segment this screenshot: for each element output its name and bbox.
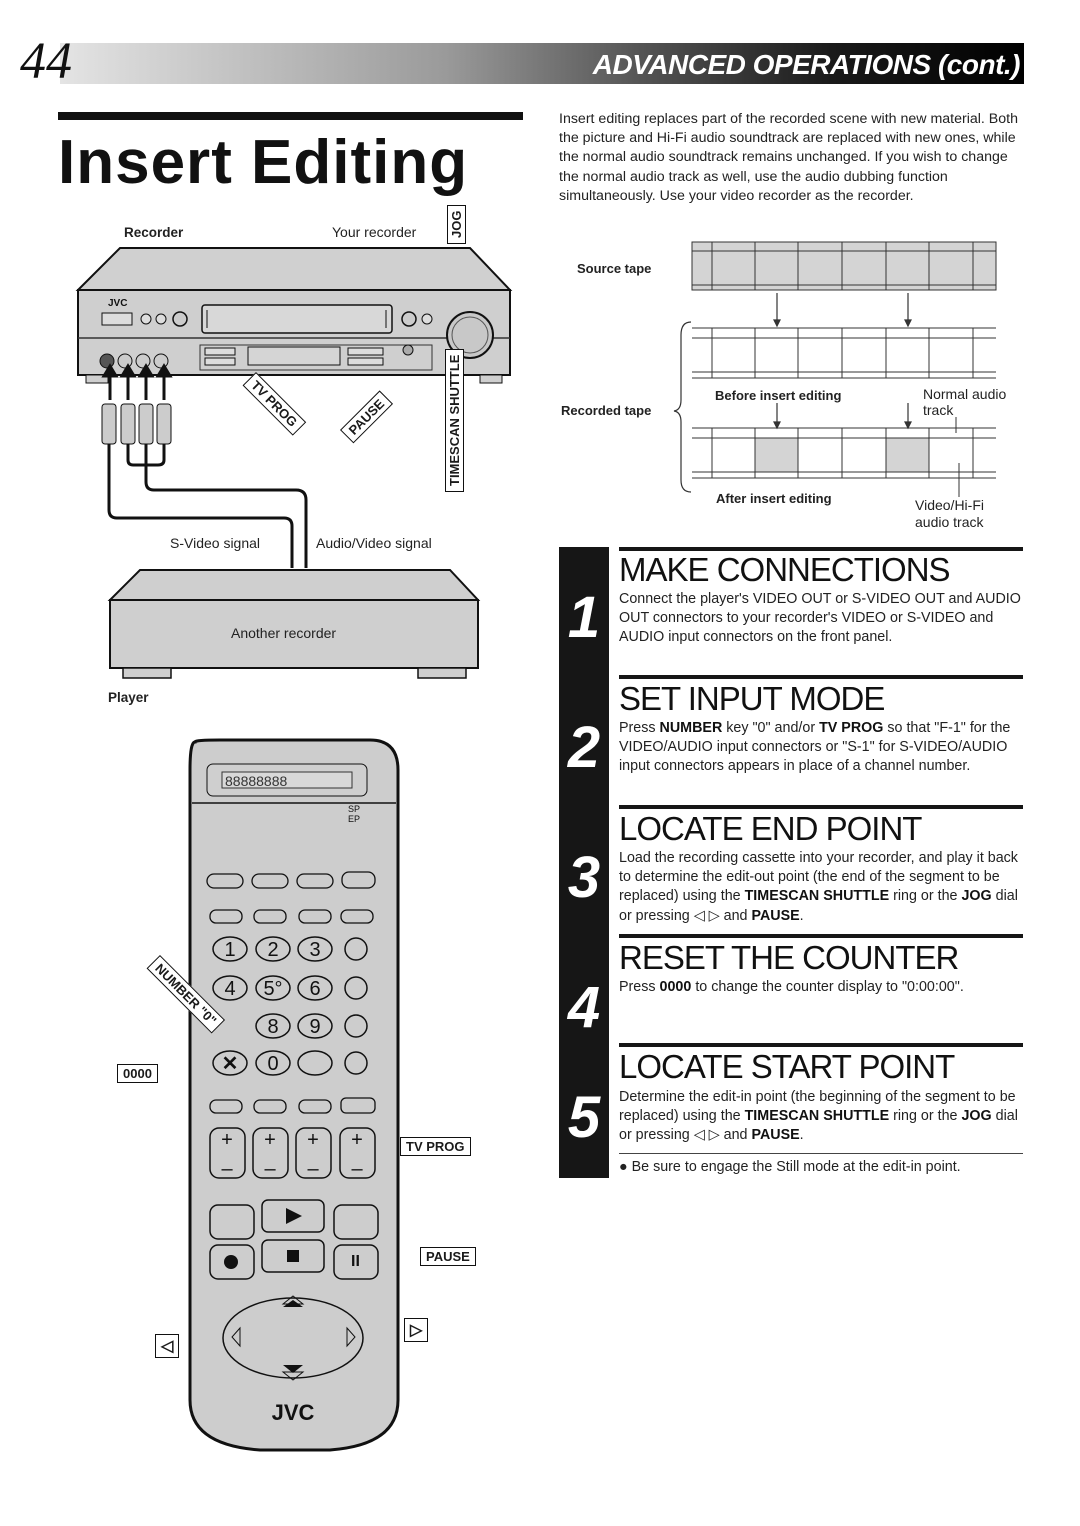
connection-diagram: JVC Recorder Your recorder JOG TV PROG P… [0, 0, 540, 705]
display-ep: EP [348, 814, 360, 824]
svideo-signal-label: S-Video signal [170, 535, 261, 551]
remote-illustration: 88888888 1 2 3 4 5° 6 8 9 0 ✕ + + + + – … [188, 738, 400, 1452]
svg-text:+: + [351, 1129, 363, 1151]
video-hifi-line1: Video/Hi-Fi [915, 497, 984, 513]
display-sp: SP [348, 804, 360, 814]
normal-audio-line1: Normal audio [923, 386, 1007, 402]
key-3: 3 [309, 939, 320, 961]
tape-diagram: Source tape Recorded tape Before insert … [555, 235, 1025, 535]
section-name: ADVANCED OPERATIONS [592, 49, 931, 80]
source-tape-label: Source tape [577, 261, 652, 276]
inserted-segment [886, 438, 929, 472]
step-title: LOCATE START POINT [619, 1048, 955, 1085]
left-arrow-tag: ◁ [155, 1334, 180, 1358]
step-body: Connect the player's VIDEO OUT or S-VIDE… [619, 591, 1021, 646]
svg-text:✕: ✕ [222, 1053, 239, 1075]
after-tape-strip [692, 427, 996, 479]
step-title: MAKE CONNECTIONS [619, 551, 951, 588]
pause-remote-tag: PAUSE [420, 1247, 476, 1266]
svg-text:+: + [307, 1129, 319, 1151]
step-rule [619, 1043, 1023, 1047]
page-number: 44 [20, 33, 72, 90]
inserted-segment [755, 438, 798, 472]
zero-counter-tag: 0000 [117, 1064, 158, 1083]
key-0: 0 [267, 1053, 278, 1075]
before-insert-label: Before insert editing [715, 388, 842, 403]
your-recorder-label: Your recorder [332, 224, 417, 240]
svg-text:II: II [351, 1253, 360, 1270]
step-rule [619, 675, 1023, 679]
key-2: 2 [267, 939, 278, 961]
record-icon [224, 1255, 238, 1269]
step-number: 2 [567, 715, 601, 780]
av-signal-label: Audio/Video signal [316, 535, 432, 551]
after-insert-label: After insert editing [716, 491, 832, 506]
svg-text:–: – [351, 1158, 363, 1180]
step-body: Press NUMBER key "0" and/or TV PROG so t… [619, 720, 1011, 775]
stop-icon [287, 1250, 299, 1262]
step-title: LOCATE END POINT [619, 810, 922, 847]
step-body: Load the recording cassette into your re… [619, 850, 1018, 924]
key-5: 5° [263, 978, 282, 1000]
remote-brand: JVC [272, 1400, 315, 1425]
recorder-top [75, 247, 513, 291]
intro-paragraph: Insert editing replaces part of the reco… [559, 111, 1018, 204]
step-body: Press 0000 to change the counter display… [619, 979, 964, 995]
key-9: 9 [309, 1016, 320, 1038]
tape-illustration [673, 241, 997, 497]
svg-text:+: + [221, 1129, 233, 1151]
svg-text:88888888: 88888888 [225, 773, 288, 789]
step-number: 5 [567, 1085, 601, 1150]
svg-text:–: – [307, 1158, 319, 1180]
key-1: 1 [224, 939, 235, 961]
remote-diagram: 88888888 1 2 3 4 5° 6 8 9 0 ✕ + + + + – … [0, 700, 540, 1526]
right-arrow-tag: ▷ [404, 1318, 429, 1342]
note-rule [619, 1153, 1023, 1154]
player-top [107, 569, 481, 601]
step-title: SET INPUT MODE [619, 680, 885, 717]
power-button [101, 312, 133, 326]
key-8: 8 [267, 1016, 278, 1038]
normal-audio-label: Normal audio track [923, 386, 1006, 418]
step-body: Determine the edit-in point (the beginni… [619, 1089, 1018, 1144]
svg-text:–: – [264, 1158, 276, 1180]
cassette-slot [201, 304, 393, 334]
key-6: 6 [309, 978, 320, 1000]
jog-tag: JOG [447, 204, 466, 244]
section-title: ADVANCED OPERATIONS (cont.) [592, 48, 1021, 82]
tv-prog-remote-tag: TV PROG [400, 1137, 471, 1156]
svg-text:–: – [221, 1158, 233, 1180]
step-rule [619, 805, 1023, 809]
key-4: 4 [224, 978, 235, 1000]
step-number: 3 [567, 845, 601, 910]
step-rule [619, 934, 1023, 938]
recorder-brand: JVC [108, 298, 127, 309]
video-hifi-line2: audio track [915, 514, 984, 530]
step-title: RESET THE COUNTER [619, 939, 959, 976]
source-tape-strip [691, 241, 997, 291]
another-recorder-label: Another recorder [231, 625, 337, 641]
step-number: 1 [567, 585, 601, 650]
svg-text:+: + [264, 1129, 276, 1151]
recorded-tape-brace [673, 321, 692, 493]
recorder-label: Recorder [124, 225, 184, 240]
section-suffix: (cont.) [937, 49, 1021, 80]
video-hifi-label: Video/Hi-Fi audio track [915, 497, 984, 531]
step-note: ● Be sure to engage the Still mode at th… [619, 1159, 961, 1175]
normal-audio-line2: track [923, 402, 954, 418]
step-number: 4 [567, 975, 601, 1040]
recorded-tape-label: Recorded tape [561, 403, 652, 418]
timescan-shuttle-tag: TIMESCAN SHUTTLE [445, 348, 464, 492]
before-tape-strip [692, 327, 996, 379]
